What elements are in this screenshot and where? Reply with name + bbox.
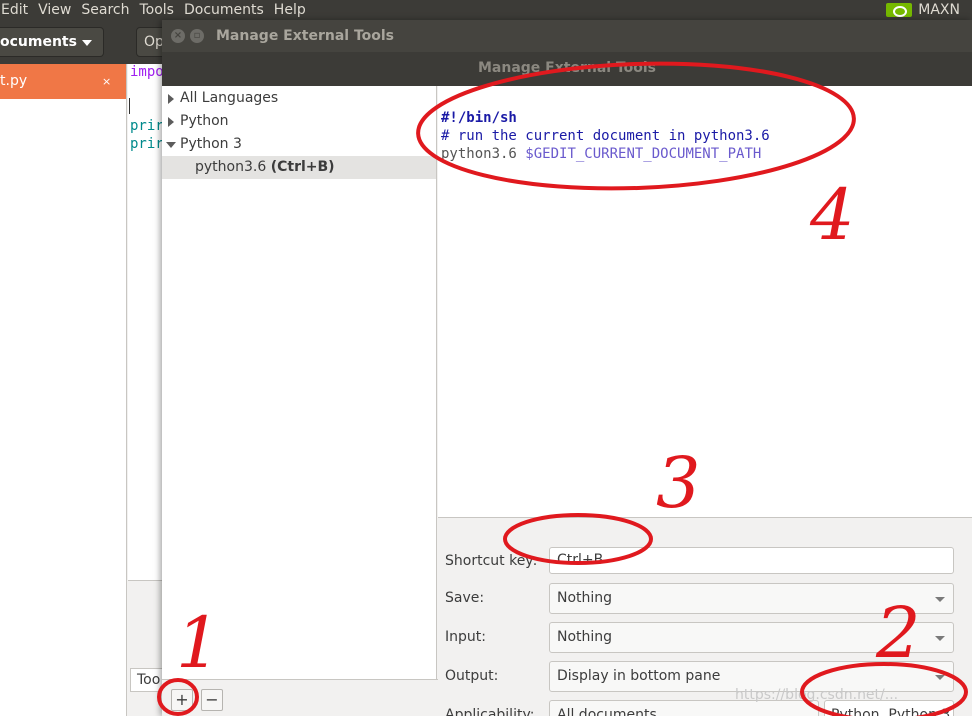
code-line: impo	[130, 64, 164, 80]
close-icon[interactable]: ×	[171, 29, 185, 43]
app-menubar: Edit View Search Tools Documents Help MA…	[0, 0, 972, 20]
text-cursor	[129, 98, 130, 114]
tool-shortcut: (Ctrl+B)	[270, 159, 335, 175]
dialog-header-title: Manage External Tools	[162, 52, 972, 86]
annotation-number-2: 2	[876, 592, 921, 674]
minimize-icon[interactable]: ▫	[190, 29, 204, 43]
script-command: python3.6	[441, 146, 517, 162]
code-line: prir	[130, 118, 164, 134]
chevron-down-icon	[935, 597, 945, 602]
tool-name: python3.6	[195, 159, 267, 175]
gedit-side-panel	[0, 64, 127, 716]
script-line-shebang: #!/bin/sh	[441, 110, 517, 126]
bottom-panel-tab[interactable]: Too	[130, 668, 166, 692]
annotation-number-1: 1	[176, 602, 221, 684]
code-line: prir	[130, 136, 164, 152]
annotation-number-3: 3	[656, 442, 701, 524]
tree-item-python3-6-tool[interactable]: python3.6 (Ctrl+B)	[162, 156, 436, 179]
menu-help[interactable]: Help	[269, 0, 311, 20]
remove-tool-button[interactable]: −	[201, 689, 223, 711]
tree-item-label: Python	[180, 113, 229, 129]
power-mode-status[interactable]: MAXN	[918, 2, 960, 18]
chevron-down-icon	[935, 636, 945, 641]
save-select-value: Nothing	[557, 590, 613, 606]
applicability-label: Applicability:	[445, 707, 535, 716]
menu-tools[interactable]: Tools	[134, 0, 179, 20]
tray: MAXN	[886, 0, 960, 20]
tool-script-editor[interactable]: #!/bin/sh # run the current document in …	[438, 86, 972, 517]
output-select-value: Display in bottom pane	[557, 668, 721, 684]
tree-item-all-languages[interactable]: All Languages	[162, 87, 436, 110]
tree-item-label: All Languages	[180, 90, 279, 106]
tools-tree: All Languages Python Python 3 python3.6 …	[162, 86, 437, 679]
tools-list-toolbar: + −	[162, 679, 438, 716]
tree-item-label: python3.6 (Ctrl+B)	[195, 156, 335, 179]
dialog-titlebar: × ▫ Manage External Tools	[162, 20, 972, 52]
save-label: Save:	[445, 590, 485, 606]
chevron-down-icon	[935, 675, 945, 680]
input-label: Input:	[445, 629, 486, 645]
annotation-number-4: 4	[810, 174, 855, 256]
chevron-down-icon	[82, 40, 92, 46]
nvidia-icon[interactable]	[886, 3, 913, 17]
tree-item-label: Python 3	[180, 136, 242, 152]
add-tool-button[interactable]: +	[171, 689, 193, 711]
document-tab-label: t.py	[0, 73, 28, 89]
script-line-comment: # run the current document in python3.6	[441, 128, 770, 144]
script-variable: $GEDIT_CURRENT_DOCUMENT_PATH	[525, 146, 762, 162]
expander-icon[interactable]	[168, 94, 174, 104]
manage-external-tools-dialog: × ▫ Manage External Tools Manage Externa…	[162, 20, 972, 716]
menu-documents[interactable]: Documents	[179, 0, 269, 20]
expander-icon[interactable]	[168, 117, 174, 127]
menu-search[interactable]: Search	[76, 0, 134, 20]
shortcut-key-label: Shortcut key:	[445, 553, 538, 569]
shortcut-key-input[interactable]: Ctrl+B	[549, 547, 954, 574]
output-label: Output:	[445, 668, 499, 684]
document-tab[interactable]: t.py ×	[0, 64, 126, 99]
close-icon[interactable]: ×	[102, 64, 111, 99]
applicability-select-value: All documents	[557, 707, 657, 716]
documents-button-label: ocuments	[0, 34, 77, 50]
menu-edit[interactable]: Edit	[0, 0, 33, 20]
documents-button[interactable]: ocuments	[0, 27, 104, 57]
script-line-command: python3.6 $GEDIT_CURRENT_DOCUMENT_PATH	[441, 145, 761, 163]
menu-view[interactable]: View	[33, 0, 76, 20]
tree-item-python-3[interactable]: Python 3	[162, 133, 436, 156]
input-select-value: Nothing	[557, 629, 613, 645]
tree-item-python[interactable]: Python	[162, 110, 436, 133]
expander-open-icon[interactable]	[166, 142, 176, 148]
dialog-title: Manage External Tools	[216, 28, 395, 44]
watermark-text: https://blog.csdn.net/...	[735, 687, 899, 703]
